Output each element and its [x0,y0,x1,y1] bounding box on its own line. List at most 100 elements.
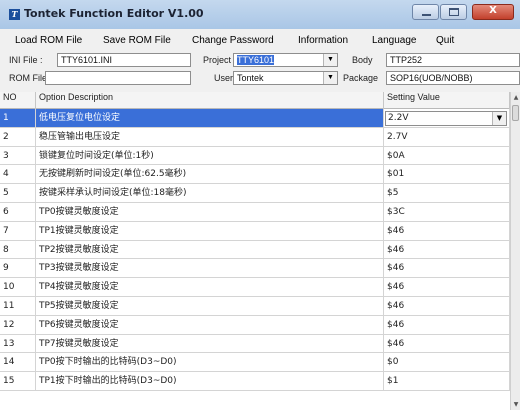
close-icon: X [489,5,497,16]
option-description: TP7按键灵敏度设定 [36,334,384,353]
row-number: 2 [0,127,36,146]
close-button[interactable]: X [472,4,514,20]
window-title: Tontek Function Editor V1.00 [24,7,204,20]
project-select[interactable]: TTY6101 ▼ [233,53,338,67]
app-logo-icon: T [9,9,20,20]
maximize-button[interactable] [440,4,467,20]
table-row[interactable]: 10 TP4按键灵敏度设定 $46 [0,278,510,297]
row-number: 1 [0,109,36,127]
setting-value[interactable]: $3C [384,202,510,221]
table-row[interactable]: 6 TP0按键灵敏度设定 $3C [0,202,510,222]
setting-value[interactable]: $46 [384,221,510,240]
table-row[interactable]: 13 TP7按键灵敏度设定 $46 [0,334,510,354]
options-grid: NO Option Description Setting Value 1 低电压… [0,92,520,410]
table-row[interactable]: 3 锁键复位时间设定(单位:1秒) $0A [0,146,510,166]
menu-load-rom-file[interactable]: Load ROM File [15,35,82,46]
column-header-no[interactable]: NO [0,92,36,109]
setting-value[interactable]: $46 [384,259,510,278]
option-description: TP0按键灵敏度设定 [36,202,384,221]
table-row[interactable]: 2 稳压管输出电压设定 2.7V [0,127,510,147]
option-description: TP2按键灵敏度设定 [36,240,384,259]
table-row[interactable]: 5 按键采样承认时间设定(单位:18毫秒) $5 [0,184,510,203]
setting-value[interactable]: $5 [384,184,510,203]
table-row[interactable]: 9 TP3按键灵敏度设定 $46 [0,259,510,279]
menu-language[interactable]: Language [372,35,417,46]
option-description: TP6按键灵敏度设定 [36,315,384,334]
column-header-setting-value[interactable]: Setting Value [384,92,510,109]
chevron-down-icon[interactable]: ▼ [323,54,337,66]
scroll-up-icon[interactable]: ▲ [511,92,520,103]
menu-information[interactable]: Information [298,35,348,46]
setting-value[interactable]: $46 [384,334,510,353]
row-number: 6 [0,202,36,221]
vertical-scrollbar[interactable]: ▲ ▼ [510,92,520,410]
minimize-button[interactable] [412,4,439,20]
row-number: 10 [0,278,36,297]
setting-value[interactable]: $46 [384,315,510,334]
table-row[interactable]: 12 TP6按键灵敏度设定 $46 [0,315,510,335]
option-description: TP5按键灵敏度设定 [36,296,384,315]
setting-value[interactable]: $01 [384,165,510,184]
option-description: 无按键刷新时间设定(单位:62.5毫秒) [36,165,384,184]
row-number: 14 [0,353,36,372]
row-number: 3 [0,146,36,165]
minimize-icon [422,14,431,16]
body-field[interactable]: TTP252 [386,53,520,67]
scroll-thumb[interactable] [512,105,519,121]
ini-file-label: INI File : [9,55,43,65]
rom-file-label: ROM File [9,73,47,83]
option-description: 按键采样承认时间设定(单位:18毫秒) [36,184,384,203]
row-number: 8 [0,240,36,259]
option-description: TP4按键灵敏度设定 [36,278,384,297]
user-select-value: Tontek [237,73,264,83]
option-description: 低电压复位电位设定 [36,109,384,127]
row-number: 11 [0,296,36,315]
table-row[interactable]: 15 TP1按下时输出的比特码(D3~D0) $1 [0,372,510,391]
column-header-description[interactable]: Option Description [36,92,384,109]
row-number: 15 [0,372,36,391]
chevron-down-icon[interactable]: ▼ [323,72,337,84]
table-row[interactable]: 7 TP1按键灵敏度设定 $46 [0,221,510,241]
setting-value[interactable]: $1 [384,372,510,391]
scroll-down-icon[interactable]: ▼ [511,399,520,410]
rom-file-field[interactable] [45,71,191,85]
table-row[interactable]: 4 无按键刷新时间设定(单位:62.5毫秒) $01 [0,165,510,185]
setting-value[interactable]: 2.7V [384,127,510,146]
row-number: 4 [0,165,36,184]
setting-value[interactable]: $46 [384,278,510,297]
project-label: Project [203,55,232,65]
package-field[interactable]: SOP16(UOB/NOBB) [386,71,520,85]
setting-value[interactable]: $46 [384,240,510,259]
setting-value-text: 2.2V [388,113,409,123]
user-label: User [214,73,234,83]
option-description: TP3按键灵敏度设定 [36,259,384,278]
option-description: 锁键复位时间设定(单位:1秒) [36,146,384,165]
table-row[interactable]: 1 低电压复位电位设定 2.2V ▼ [0,109,510,128]
option-description: TP0按下时输出的比特码(D3~D0) [36,353,384,372]
option-description: 稳压管输出电压设定 [36,127,384,146]
app-window: T Tontek Function Editor V1.00 X Load RO… [0,0,520,410]
project-select-value: TTY6101 [237,55,275,65]
setting-value-select[interactable]: 2.2V ▼ [385,111,507,126]
maximize-icon [449,8,459,16]
menu-quit[interactable]: Quit [436,35,454,46]
setting-value[interactable]: $0A [384,146,510,165]
ini-file-field[interactable]: TTY6101.INI [57,53,191,67]
table-row[interactable]: 11 TP5按键灵敏度设定 $46 [0,296,510,316]
setting-value[interactable]: $0 [384,353,510,372]
menu-save-rom-file[interactable]: Save ROM File [103,35,171,46]
grid-header: NO Option Description Setting Value [0,92,510,109]
option-description: TP1按键灵敏度设定 [36,221,384,240]
table-row[interactable]: 8 TP2按键灵敏度设定 $46 [0,240,510,260]
menu-bar: Load ROM File Save ROM File Change Passw… [0,34,520,50]
menu-change-password[interactable]: Change Password [192,35,274,46]
row-number: 13 [0,334,36,353]
setting-value-cell[interactable]: 2.2V ▼ [384,109,510,127]
chevron-down-icon[interactable]: ▼ [492,112,506,125]
user-select[interactable]: Tontek ▼ [233,71,338,85]
setting-value[interactable]: $46 [384,296,510,315]
row-number: 9 [0,259,36,278]
title-bar[interactable]: T Tontek Function Editor V1.00 X [0,0,520,29]
table-row[interactable]: 14 TP0按下时输出的比特码(D3~D0) $0 [0,353,510,373]
option-description: TP1按下时输出的比特码(D3~D0) [36,372,384,391]
